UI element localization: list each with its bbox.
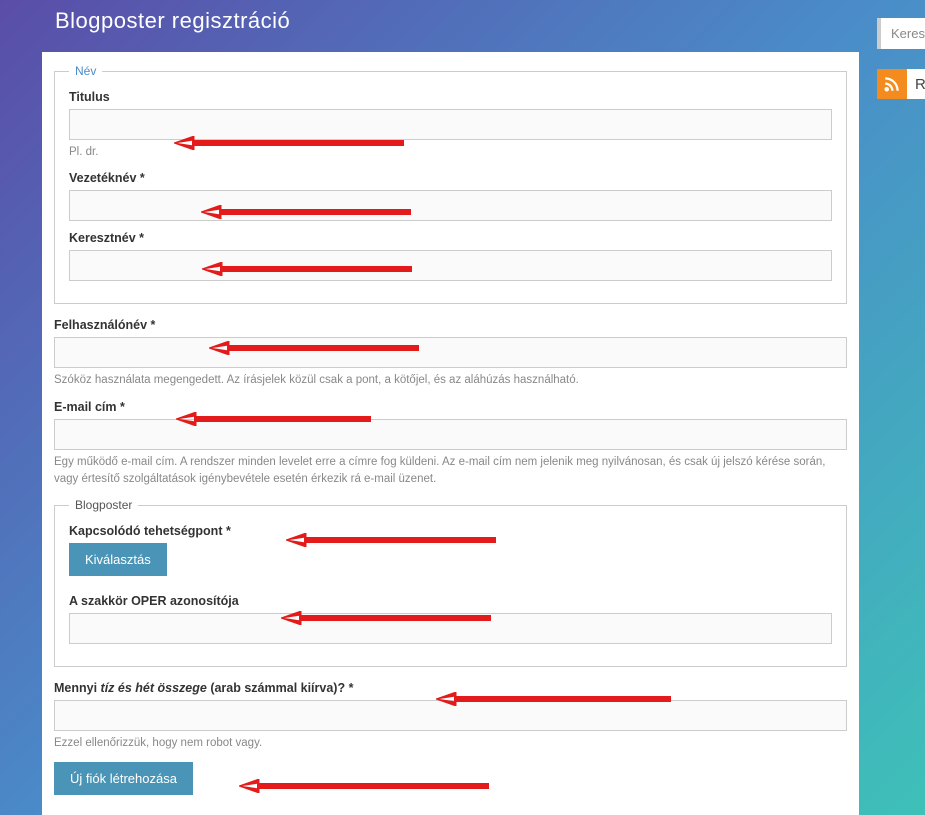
rss-label: R	[915, 76, 925, 93]
input-keresztnev[interactable]	[69, 250, 832, 281]
legend-blogposter: Blogposter	[69, 498, 138, 512]
help-username: Szóköz használata megengedett. Az írásje…	[54, 372, 847, 389]
label-tehetsegpont: Kapcsolódó tehetségpont *	[69, 524, 832, 538]
label-titulus: Titulus	[69, 90, 832, 104]
label-captcha: Mennyi tíz és hét összege (arab számmal …	[54, 681, 847, 695]
label-keresztnev: Keresztnév *	[69, 231, 832, 245]
rss-icon	[877, 69, 907, 99]
page-title: Blogposter regisztráció	[0, 0, 925, 52]
input-titulus[interactable]	[69, 109, 832, 140]
label-username: Felhasználónév *	[54, 318, 847, 332]
legend-name: Név	[69, 64, 102, 78]
select-tehetsegpont-button[interactable]: Kiválasztás	[69, 543, 167, 576]
help-email: Egy működő e-mail cím. A rendszer minden…	[54, 454, 847, 489]
input-username[interactable]	[54, 337, 847, 368]
input-vezeteknev[interactable]	[69, 190, 832, 221]
label-vezeteknev: Vezetéknév *	[69, 171, 832, 185]
registration-form: Név Titulus Pl. dr. Vezetéknév * Kereszt…	[42, 52, 859, 815]
label-email: E-mail cím *	[54, 400, 847, 414]
annotation-arrow-icon	[239, 779, 489, 793]
input-email[interactable]	[54, 419, 847, 450]
search-input[interactable]: Keresés	[877, 18, 925, 49]
label-oper: A szakkör OPER azonosítója	[69, 594, 832, 608]
help-titulus: Pl. dr.	[69, 144, 832, 161]
input-oper[interactable]	[69, 613, 832, 644]
create-account-button[interactable]: Új fiók létrehozása	[54, 762, 193, 795]
input-captcha[interactable]	[54, 700, 847, 731]
fieldset-name: Név Titulus Pl. dr. Vezetéknév * Kereszt…	[54, 64, 847, 304]
rss-link[interactable]: R	[877, 69, 925, 99]
fieldset-blogposter: Blogposter Kapcsolódó tehetségpont * Kiv…	[54, 498, 847, 667]
sidebar: Keresés R	[877, 18, 925, 815]
